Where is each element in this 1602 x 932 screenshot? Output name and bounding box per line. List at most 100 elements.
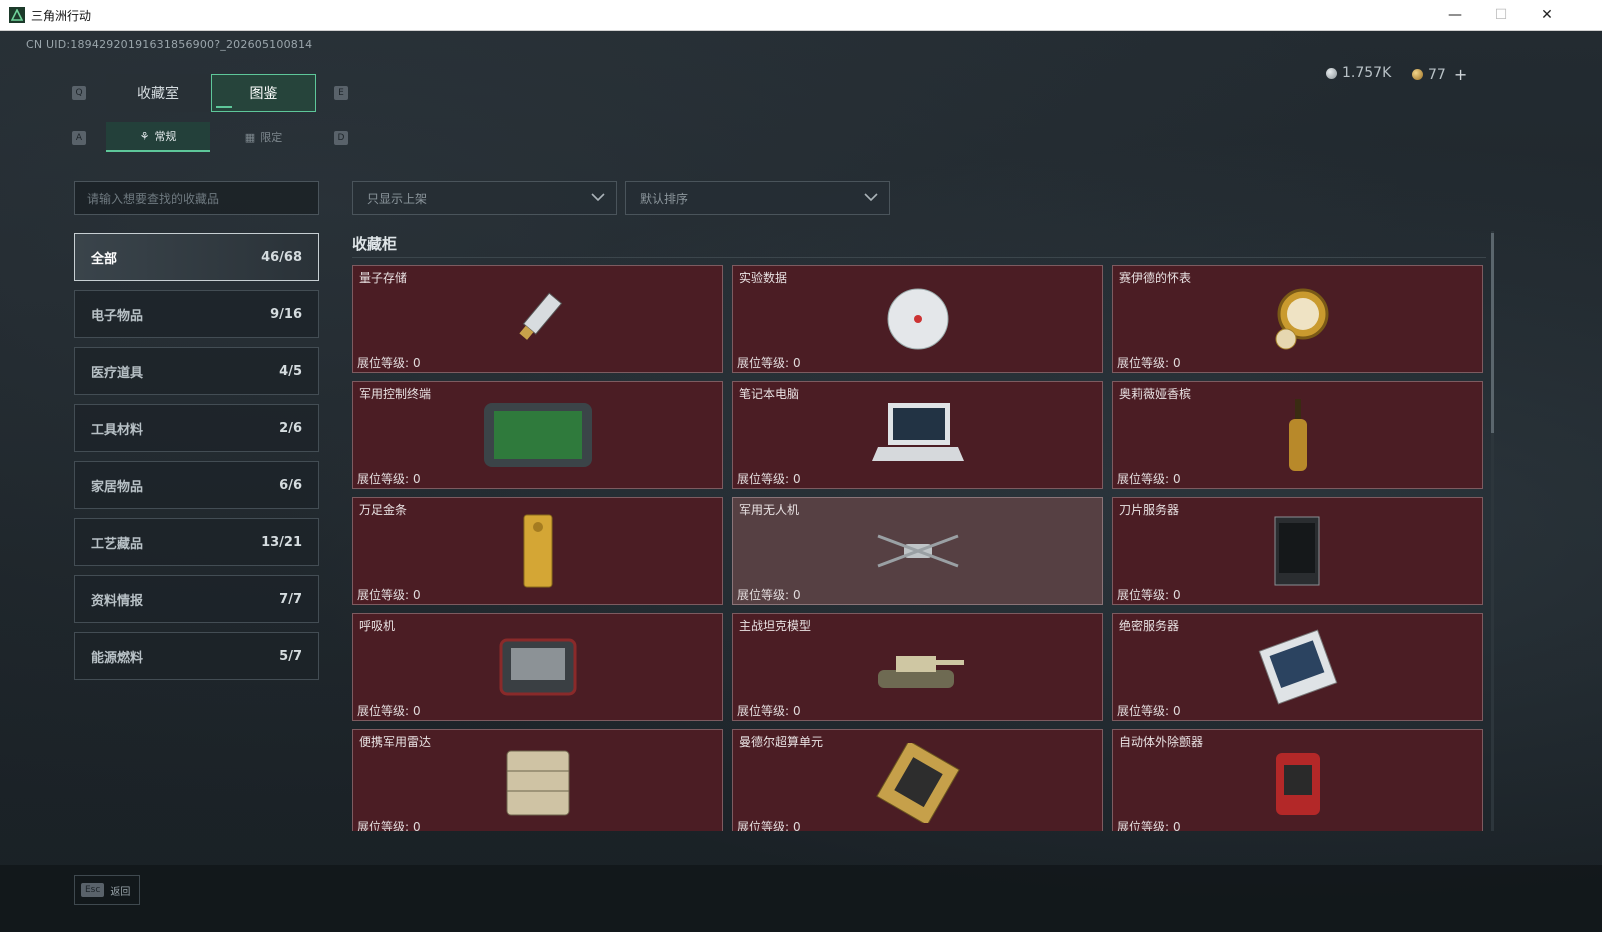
sort-dropdown[interactable]: 默认排序 xyxy=(625,181,890,215)
tank-model-icon xyxy=(858,622,978,712)
app-logo-icon xyxy=(9,7,25,23)
add-currency-button[interactable]: + xyxy=(1454,65,1467,84)
item-name: 实验数据 xyxy=(739,271,788,285)
collection-card[interactable]: 主战坦克模型 展位等级: 0 xyxy=(732,613,1103,721)
maximize-button[interactable]: ☐ xyxy=(1478,0,1524,30)
level-value: 0 xyxy=(1173,472,1181,486)
search-input[interactable]: 请输入想要查找的收藏品 xyxy=(74,181,319,215)
shelf-filter-dropdown[interactable]: 只显示上架 xyxy=(352,181,617,215)
level-label: 展位等级: xyxy=(737,356,790,370)
level-label: 展位等级: xyxy=(1117,356,1170,370)
category-item[interactable]: 工艺藏品 13/21 xyxy=(74,518,319,566)
regular-icon: ⚘ xyxy=(139,129,150,143)
category-count: 13/21 xyxy=(261,534,302,550)
level-value: 0 xyxy=(1173,588,1181,602)
item-level: 展位等级: 0 xyxy=(737,470,801,487)
scrollbar-thumb[interactable] xyxy=(1491,233,1494,433)
category-item[interactable]: 能源燃料 5/7 xyxy=(74,632,319,680)
collection-card[interactable]: 曼德尔超算单元 展位等级: 0 xyxy=(732,729,1103,831)
item-level: 展位等级: 0 xyxy=(737,586,801,603)
item-level: 展位等级: 0 xyxy=(357,470,421,487)
level-value: 0 xyxy=(793,588,801,602)
disc-icon xyxy=(858,274,978,364)
level-value: 0 xyxy=(793,356,801,370)
limited-icon: ▦ xyxy=(244,130,256,144)
pocket-watch-icon xyxy=(1238,274,1358,364)
game-screen: CN UID:18942920191631856900?_20260510081… xyxy=(0,31,1602,932)
item-level: 展位等级: 0 xyxy=(737,354,801,371)
collection-card[interactable]: 呼吸机展位等级: 0 xyxy=(352,613,723,721)
collection-card[interactable]: 奥莉薇娅香槟 展位等级: 0 xyxy=(1112,381,1483,489)
collection-card[interactable]: 实验数据展位等级: 0 xyxy=(732,265,1103,373)
category-count: 9/16 xyxy=(270,306,302,322)
level-label: 展位等级: xyxy=(737,820,790,831)
minimize-button[interactable]: — xyxy=(1432,0,1478,30)
category-item[interactable]: 医疗道具 4/5 xyxy=(74,347,319,395)
drone-icon xyxy=(858,506,978,596)
category-item[interactable]: 工具材料 2/6 xyxy=(74,404,319,452)
level-label: 展位等级: xyxy=(1117,820,1170,831)
level-label: 展位等级: xyxy=(1117,588,1170,602)
item-name: 军用无人机 xyxy=(739,503,800,517)
item-name: 万足金条 xyxy=(359,503,408,517)
category-item[interactable]: 电子物品 9/16 xyxy=(74,290,319,338)
subtab-limited[interactable]: ▦ 限定 xyxy=(211,122,316,152)
item-level: 展位等级: 0 xyxy=(1117,470,1181,487)
category-item[interactable]: 全部 46/68 xyxy=(74,233,319,281)
collection-card[interactable]: 军用无人机展位等级: 0 xyxy=(732,497,1103,605)
control-terminal-icon xyxy=(478,390,598,480)
item-name: 呼吸机 xyxy=(359,619,396,633)
footer-bar xyxy=(0,865,1602,932)
level-label: 展位等级: xyxy=(737,588,790,602)
collection-card[interactable]: 便携军用雷达 展位等级: 0 xyxy=(352,729,723,831)
item-name: 主战坦克模型 xyxy=(739,619,812,633)
category-label: 全部 xyxy=(91,251,118,267)
level-value: 0 xyxy=(413,820,421,831)
collection-card[interactable]: 刀片服务器 展位等级: 0 xyxy=(1112,497,1483,605)
radar-icon xyxy=(478,738,598,828)
collection-card[interactable]: 自动体外除颤器 展位等级: 0 xyxy=(1112,729,1483,831)
category-label: 资料情报 xyxy=(91,593,144,609)
category-label: 家居物品 xyxy=(91,479,144,495)
item-level: 展位等级: 0 xyxy=(357,354,421,371)
level-value: 0 xyxy=(1173,704,1181,718)
level-value: 0 xyxy=(793,820,801,831)
gold-bar-icon xyxy=(478,506,598,596)
supercomputer-unit-icon xyxy=(858,738,978,828)
key-hint-d: D xyxy=(334,131,348,145)
item-name: 笔记本电脑 xyxy=(739,387,800,401)
category-count: 2/6 xyxy=(279,420,302,436)
item-level: 展位等级: 0 xyxy=(357,702,421,719)
subtab-regular-label: 常规 xyxy=(154,130,177,143)
category-item[interactable]: 家居物品 6/6 xyxy=(74,461,319,509)
item-name: 自动体外除颤器 xyxy=(1119,735,1204,749)
item-name: 赛伊德的怀表 xyxy=(1119,271,1192,285)
level-label: 展位等级: xyxy=(1117,472,1170,486)
collection-card[interactable]: 笔记本电脑展位等级: 0 xyxy=(732,381,1103,489)
key-hint-a: A xyxy=(72,131,86,145)
blade-server-icon xyxy=(1238,506,1358,596)
collection-card[interactable]: 量子存储展位等级: 0 xyxy=(352,265,723,373)
tab-codex[interactable]: 图鉴 xyxy=(211,74,316,112)
category-item[interactable]: 资料情报 7/7 xyxy=(74,575,319,623)
item-name: 便携军用雷达 xyxy=(359,735,432,749)
level-value: 0 xyxy=(1173,820,1181,831)
item-level: 展位等级: 0 xyxy=(1117,818,1181,831)
tab-collection-room[interactable]: 收藏室 xyxy=(106,74,210,112)
item-name: 量子存储 xyxy=(359,271,408,285)
category-count: 5/7 xyxy=(279,648,302,664)
level-value: 0 xyxy=(793,472,801,486)
level-label: 展位等级: xyxy=(357,820,410,831)
category-count: 7/7 xyxy=(279,591,302,607)
item-level: 展位等级: 0 xyxy=(357,586,421,603)
collection-card[interactable]: 军用控制终端 展位等级: 0 xyxy=(352,381,723,489)
collection-card[interactable]: 赛伊德的怀表 展位等级: 0 xyxy=(1112,265,1483,373)
subtab-regular[interactable]: ⚘ 常规 xyxy=(106,122,210,152)
collection-card[interactable]: 绝密服务器 展位等级: 0 xyxy=(1112,613,1483,721)
collection-card[interactable]: 万足金条展位等级: 0 xyxy=(352,497,723,605)
level-label: 展位等级: xyxy=(357,472,410,486)
close-button[interactable]: ✕ xyxy=(1524,0,1570,30)
level-label: 展位等级: xyxy=(737,472,790,486)
back-button[interactable]: Esc 返回 xyxy=(74,875,140,905)
item-level: 展位等级: 0 xyxy=(1117,586,1181,603)
